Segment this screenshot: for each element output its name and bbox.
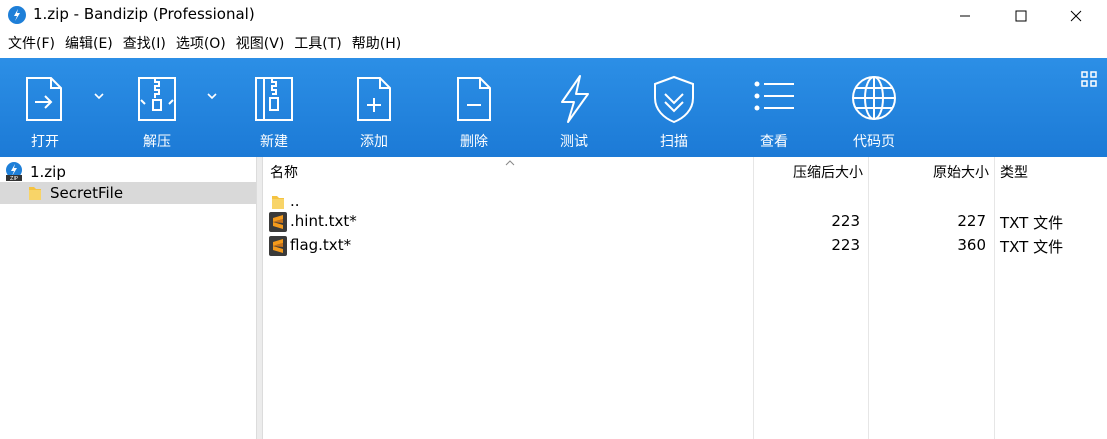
tree-root-label: 1.zip (30, 163, 66, 181)
open-label: 打开 (31, 134, 59, 150)
column-header-original-size[interactable]: 原始大小 (869, 157, 989, 190)
minimize-icon (960, 15, 970, 16)
extract-button[interactable]: 解压 (112, 58, 202, 157)
menu-tools[interactable]: 工具(T) (290, 31, 345, 58)
file-list: 名称 压缩后大小 原始大小 类型 .. .hint.txt* 223 227 T… (263, 157, 1107, 439)
file-row[interactable]: flag.txt* 223 360 TXT 文件 (263, 234, 1107, 258)
file-compressed-size: 223 (831, 212, 860, 230)
panel-splitter[interactable] (256, 157, 263, 439)
folder-icon (29, 187, 41, 200)
layout-grid-icon[interactable] (1080, 70, 1098, 88)
file-name: .hint.txt* (290, 212, 357, 230)
new-button[interactable]: 新建 (229, 58, 319, 157)
maximize-button[interactable] (998, 0, 1044, 31)
view-label: 查看 (760, 134, 788, 150)
open-button[interactable]: 打开 (0, 58, 90, 157)
extract-label: 解压 (143, 134, 171, 150)
sublime-file-icon (269, 236, 287, 256)
tree-item-label: SecretFile (50, 184, 124, 202)
view-button[interactable]: 查看 (729, 58, 819, 157)
open-dropdown-chevron-down-icon[interactable] (92, 91, 106, 101)
extract-dropdown-chevron-down-icon[interactable] (205, 91, 219, 101)
list-view-icon (754, 81, 794, 111)
scan-button[interactable]: 扫描 (629, 58, 719, 157)
file-row[interactable]: .hint.txt* 223 227 TXT 文件 (263, 210, 1107, 234)
new-label: 新建 (260, 134, 288, 150)
delete-file-icon (457, 77, 491, 121)
file-original-size: 360 (957, 236, 986, 254)
menu-view[interactable]: 视图(V) (232, 31, 289, 58)
codepage-button[interactable]: 代码页 (829, 58, 919, 157)
column-header-type[interactable]: 类型 (1000, 157, 1028, 190)
shield-icon (654, 75, 694, 124)
file-type: TXT 文件 (1000, 238, 1064, 256)
tree-root-archive[interactable]: ZIP 1.zip (4, 162, 66, 182)
title-bar: 1.zip - Bandizip (Professional) (0, 0, 1107, 31)
tree-item-secretfile[interactable]: SecretFile (0, 182, 256, 204)
sort-ascending-icon (505, 160, 515, 166)
delete-label: 删除 (460, 134, 488, 150)
folder-icon (272, 196, 284, 209)
file-type: TXT 文件 (1000, 214, 1064, 232)
sublime-file-icon (269, 212, 287, 232)
minimize-button[interactable] (942, 0, 988, 31)
window-title: 1.zip - Bandizip (Professional) (33, 5, 255, 23)
menu-help[interactable]: 帮助(H) (348, 31, 405, 58)
toolbar: 打开 解压 新建 添加 删除 测试 扫描 查看 代码页 (0, 58, 1107, 157)
globe-icon (852, 76, 896, 120)
scan-label: 扫描 (660, 134, 688, 150)
add-label: 添加 (360, 134, 388, 150)
codepage-label: 代码页 (853, 134, 895, 150)
close-icon (1070, 10, 1082, 21)
menu-edit[interactable]: 编辑(E) (61, 31, 117, 58)
extract-zip-icon (138, 77, 176, 121)
file-name: .. (290, 192, 300, 210)
add-file-icon (357, 77, 391, 121)
test-button[interactable]: 测试 (529, 58, 619, 157)
menu-find[interactable]: 查找(I) (119, 31, 170, 58)
maximize-icon (1015, 10, 1027, 21)
file-original-size: 227 (957, 212, 986, 230)
menu-bar: 文件(F) 编辑(E) 查找(I) 选项(O) 视图(V) 工具(T) 帮助(H… (0, 31, 1107, 58)
menu-options[interactable]: 选项(O) (172, 31, 230, 58)
folder-tree: ZIP 1.zip SecretFile (0, 157, 256, 439)
delete-button[interactable]: 删除 (429, 58, 519, 157)
add-button[interactable]: 添加 (329, 58, 419, 157)
new-archive-icon (255, 77, 293, 121)
close-button[interactable] (1053, 0, 1099, 31)
zip-archive-icon: ZIP (6, 162, 22, 182)
open-archive-icon (26, 77, 62, 121)
menu-file[interactable]: 文件(F) (4, 31, 59, 58)
file-compressed-size: 223 (831, 236, 860, 254)
bandizip-logo-icon (8, 6, 26, 24)
file-name: flag.txt* (290, 236, 352, 254)
lightning-icon (561, 75, 589, 123)
test-label: 测试 (560, 134, 588, 150)
column-header-name[interactable]: 名称 (270, 157, 298, 190)
column-header-compressed-size[interactable]: 压缩后大小 (755, 157, 863, 190)
